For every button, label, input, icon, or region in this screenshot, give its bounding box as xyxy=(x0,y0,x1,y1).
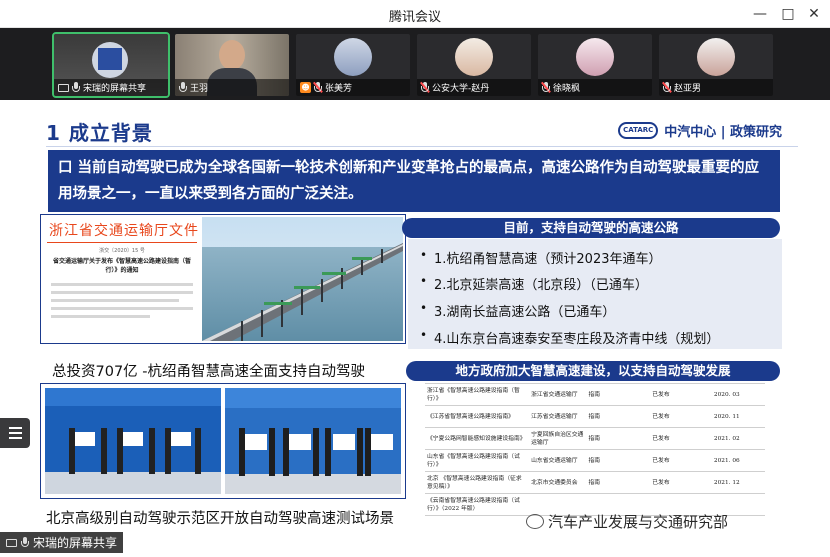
mic-muted-icon xyxy=(419,82,430,93)
screen-share-icon xyxy=(58,83,69,92)
table-row: 山东省《智慧高速公路建设指南（试行）》 山东省交通运输厅 指南 已发布 2021… xyxy=(425,449,765,472)
participant-strip: 宋瑞的屏幕共享 王羽 ☻ 张美芳 公安大学-赵丹 徐晓枫 赵亚男 xyxy=(0,28,830,100)
participant-tile[interactable]: 王羽 xyxy=(175,34,289,96)
document-number: 浙交〔2020〕15 号 xyxy=(99,248,145,254)
participant-list-toggle[interactable] xyxy=(0,418,30,448)
list-item: 2.北京延崇高速（北京段）（已通车） xyxy=(420,274,648,293)
close-icon[interactable]: ✕ xyxy=(804,4,824,24)
shared-slide: 1 成立背景 CATARC 中汽中心 | 政策研究 口 当前自动驾驶已成为全球各… xyxy=(16,100,812,557)
screen-share-icon xyxy=(6,538,17,547)
catarc-brand: 中汽中心 | 政策研究 xyxy=(664,125,782,140)
watermark-text: 汽车产业发展与交通研究部 xyxy=(548,513,729,531)
list-item: 1.杭绍甬智慧高速（预计2023年通车） xyxy=(420,248,662,267)
avatar xyxy=(455,38,493,76)
avatar xyxy=(576,38,614,76)
participant-name: 张美芳 xyxy=(325,84,353,94)
mic-muted-icon xyxy=(312,82,323,93)
document-scan: 浙江省交通运输厅文件 浙交〔2020〕15 号 省交通运输厅关于发布《智慧高速公… xyxy=(43,217,201,341)
mic-muted-icon xyxy=(540,82,551,93)
avatar xyxy=(334,38,372,76)
share-status-label: 宋瑞的屏幕共享 xyxy=(33,536,118,550)
document-subject: 省交通运输厅关于发布《智慧高速公路建设指南（暂行）》的通知 xyxy=(53,258,192,274)
list-item: 4.山东京台高速泰安至枣庄段及济青中线（规划） xyxy=(420,328,719,347)
document-body-lines xyxy=(51,283,193,318)
participant-tile[interactable]: 徐晓枫 xyxy=(538,34,652,96)
participant-tile[interactable]: ☻ 张美芳 xyxy=(296,34,410,96)
title-divider xyxy=(46,146,798,147)
table-row: 北京 《智慧高速公路建设指南（征求意见稿）》 北京市交通委员会 指南 已发布 2… xyxy=(425,471,765,494)
table-row: 《江苏省智慧高速公路建设指南》 江苏省交通运输厅 指南 已发布 2020. 11 xyxy=(425,405,765,428)
mic-icon xyxy=(179,82,187,93)
mic-icon xyxy=(72,82,80,93)
policy-table: 浙江省《智慧高速公路建设指南（暂行）》 浙江省交通运输厅 指南 已发布 2020… xyxy=(425,383,765,516)
list-item: 3.湖南长益高速公路（已通车） xyxy=(420,301,615,320)
mic-icon xyxy=(21,537,29,548)
catarc-logo-mark: CATARC xyxy=(618,122,659,139)
investment-caption: 总投资707亿 -杭绍甬智慧高速全面支持自动驾驶 xyxy=(52,364,366,380)
participant-name: 王羽 xyxy=(190,84,209,94)
participant-name: 徐晓枫 xyxy=(553,84,581,94)
participant-name: 宋瑞的屏幕共享 xyxy=(83,84,147,94)
maximize-icon[interactable]: □ xyxy=(778,4,798,24)
document-header: 浙江省交通运输厅文件 xyxy=(49,223,199,239)
bridge-photo xyxy=(202,217,403,341)
mic-muted-icon xyxy=(661,82,672,93)
catarc-logo: CATARC 中汽中心 | 政策研究 xyxy=(618,121,782,140)
beijing-photos-figure xyxy=(40,383,406,499)
policies-heading: 地方政府加大智慧高速建设，以支持自动驾驶发展 xyxy=(406,361,780,381)
watermark: 汽车产业发展与交通研究部 xyxy=(526,511,728,532)
signing-photo xyxy=(225,388,401,494)
window-title-bar: 腾讯会议 — □ ✕ xyxy=(0,0,830,28)
highways-list: 1.杭绍甬智慧高速（预计2023年通车） 2.北京延崇高速（北京段）（已通车） … xyxy=(408,239,782,349)
avatar xyxy=(697,38,735,76)
slide-title: 1 成立背景 xyxy=(46,121,153,145)
menu-icon xyxy=(9,427,22,429)
table-row: 浙江省《智慧高速公路建设指南（暂行）》 浙江省交通运输厅 指南 已发布 2020… xyxy=(425,383,765,406)
table-row: 《宁夏公路网智能感知设施建设指南》 宁夏回族自治区交通运输厅 指南 已发布 20… xyxy=(425,427,765,450)
document-rule xyxy=(47,242,197,243)
screen-share-status[interactable]: 宋瑞的屏幕共享 xyxy=(0,532,124,553)
beijing-caption: 北京高级别自动驾驶示范区开放自动驾驶高速测试场景 xyxy=(46,511,394,527)
policy-document-figure: 浙江省交通运输厅文件 浙交〔2020〕15 号 省交通运输厅关于发布《智慧高速公… xyxy=(40,214,406,344)
participant-tile[interactable]: 宋瑞的屏幕共享 xyxy=(52,32,170,98)
highways-heading: 目前，支持自动驾驶的高速公路 xyxy=(402,218,780,238)
participant-name: 公安大学-赵丹 xyxy=(432,84,490,94)
minimize-icon[interactable]: — xyxy=(750,4,770,24)
participant-tile[interactable]: 公安大学-赵丹 xyxy=(417,34,531,96)
background-banner: 口 当前自动驾驶已成为全球各国新一轮技术创新和产业变革抢占的最高点，高速公路作为… xyxy=(48,150,780,212)
participant-tile[interactable]: 赵亚男 xyxy=(659,34,773,96)
ceremony-photo xyxy=(45,388,221,494)
wechat-icon xyxy=(526,514,544,529)
window-title: 腾讯会议 xyxy=(388,10,441,25)
host-icon: ☻ xyxy=(300,82,311,93)
participant-name: 赵亚男 xyxy=(674,84,702,94)
